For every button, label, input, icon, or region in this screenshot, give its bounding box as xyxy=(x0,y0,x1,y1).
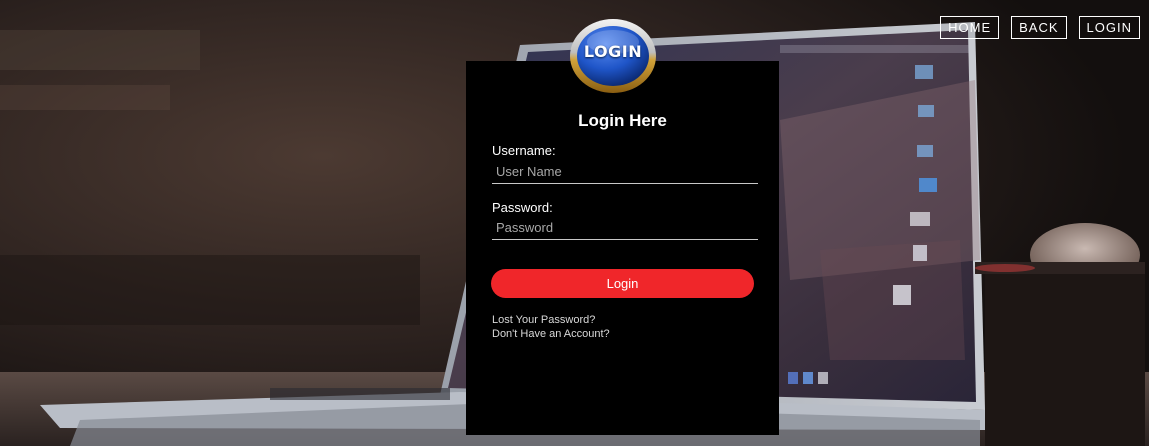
password-label: Password: xyxy=(492,200,553,215)
password-input[interactable] xyxy=(492,217,758,240)
card-title: Login Here xyxy=(578,111,667,130)
top-nav: HOME BACK LOGIN xyxy=(940,16,1140,39)
login-card: Login Here Username: Password: Login Los… xyxy=(466,61,779,435)
back-button[interactable]: BACK xyxy=(1011,16,1067,39)
logo-text: LOGIN xyxy=(583,42,643,61)
username-input[interactable] xyxy=(492,161,758,184)
login-logo-badge: LOGIN xyxy=(569,18,657,94)
login-submit-button[interactable]: Login xyxy=(491,269,754,298)
lost-password-link[interactable]: Lost Your Password? xyxy=(492,314,595,326)
login-nav-button[interactable]: LOGIN xyxy=(1078,16,1140,39)
username-label: Username: xyxy=(492,143,556,158)
home-button[interactable]: HOME xyxy=(940,16,1000,39)
no-account-link[interactable]: Don't Have an Account? xyxy=(492,328,610,340)
